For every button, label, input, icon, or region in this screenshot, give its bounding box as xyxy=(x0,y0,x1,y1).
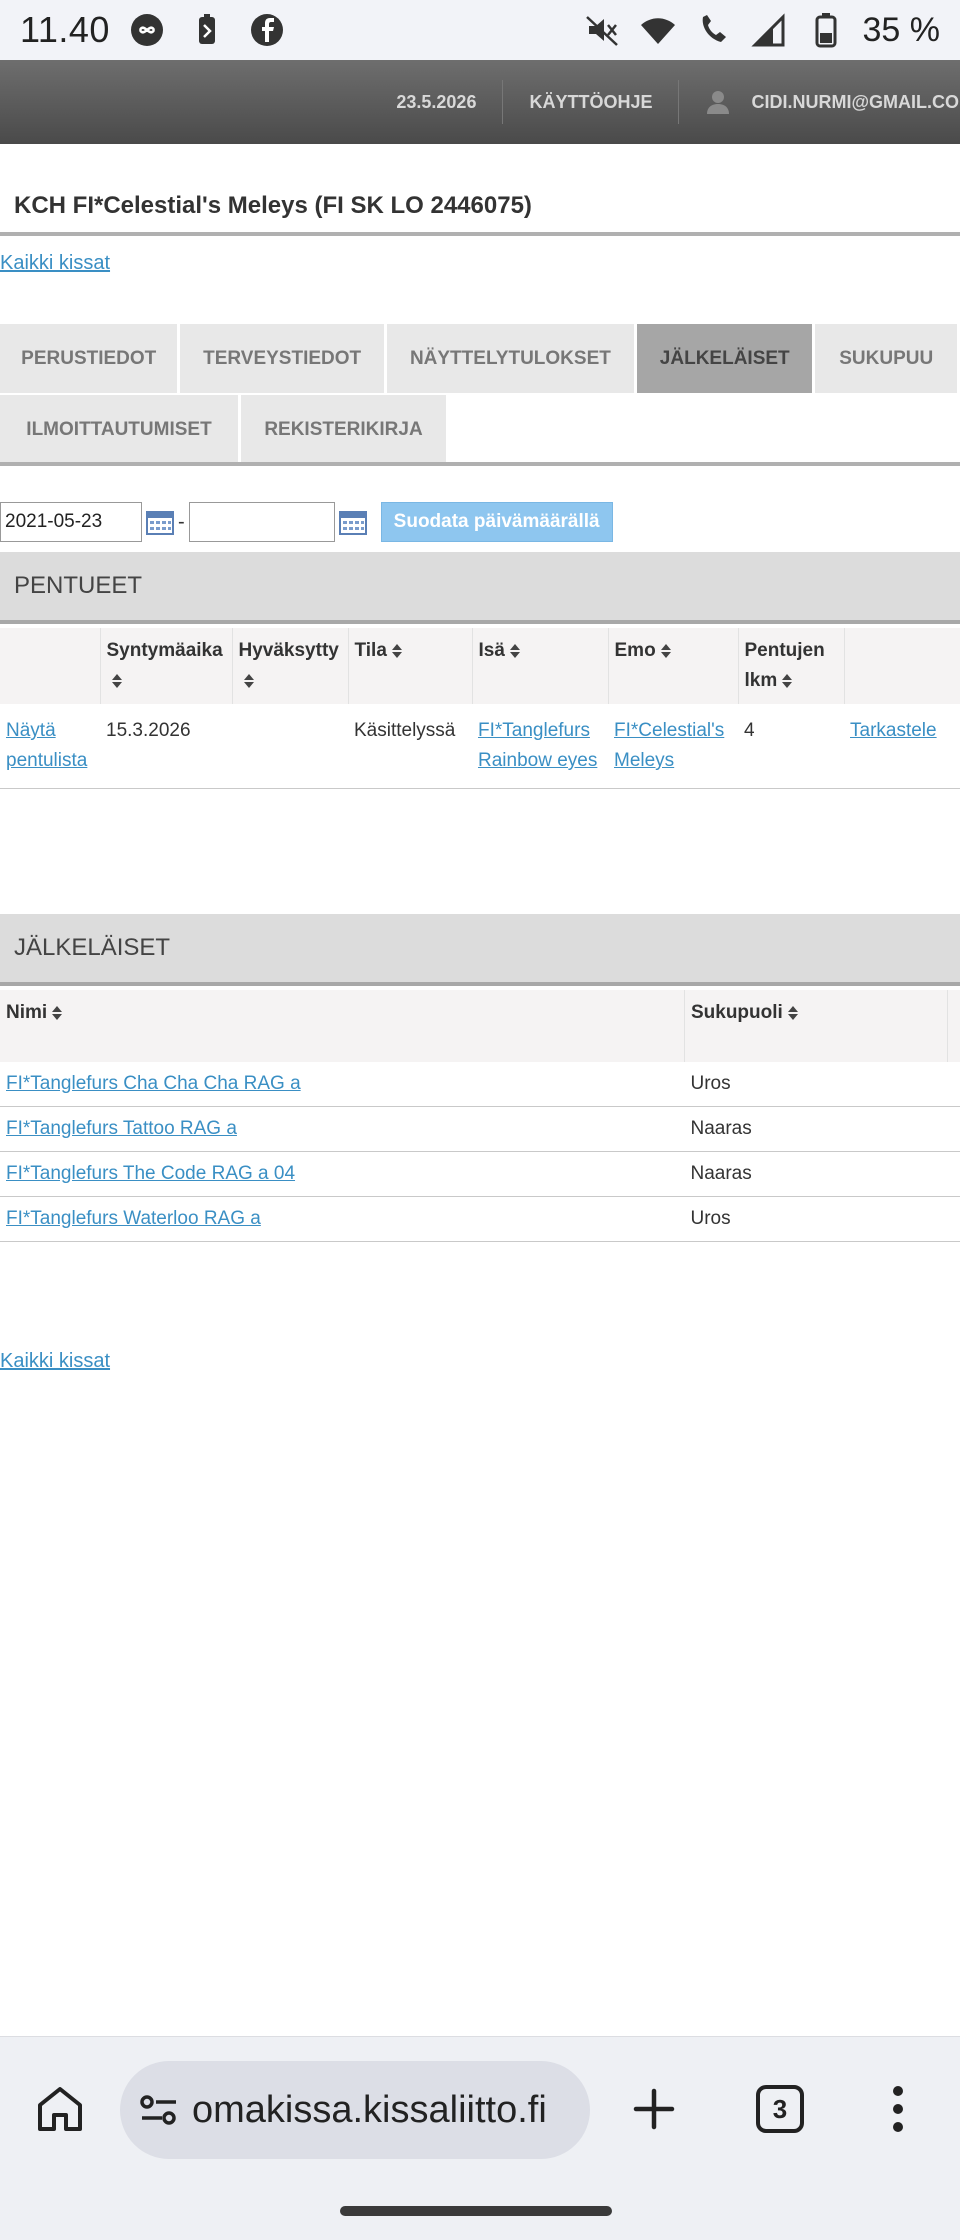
browser-toolbar: omakissa.kissaliitto.fi 3 xyxy=(0,2036,960,2180)
table-row: FI*Tanglefurs Cha Cha Cha RAG a Uros xyxy=(0,1062,960,1107)
gesture-handle[interactable] xyxy=(340,2206,612,2216)
sort-icon[interactable] xyxy=(787,1005,799,1021)
offspring-link[interactable]: FI*Tanglefurs Tattoo RAG a xyxy=(6,1118,237,1139)
column-header xyxy=(947,990,960,1062)
divider xyxy=(0,232,960,236)
wifi-call-icon xyxy=(702,15,726,42)
manual-link[interactable]: KÄYTTÖOHJE xyxy=(502,80,678,124)
table-row: Näytä pentulista 15.3.2026 Käsittelyssä … xyxy=(0,704,960,789)
column-header-birth-date[interactable]: Syntymäaika xyxy=(100,628,233,704)
view-litter-link[interactable]: Tarkastele xyxy=(850,720,937,741)
date-filter: - Suodata päivämäärällä xyxy=(0,502,613,542)
battery-icon xyxy=(815,13,836,48)
column-label: Sukupuoli xyxy=(690,1002,783,1023)
tab-perustiedot[interactable]: PERUSTIEDOT xyxy=(0,324,178,393)
offspring-sex: Naaras xyxy=(684,1106,948,1152)
table-row: FI*Tanglefurs Waterloo RAG a Uros xyxy=(0,1196,960,1242)
calendar-icon[interactable] xyxy=(338,509,367,535)
sort-icon[interactable] xyxy=(391,643,403,659)
page-title: KCH FI*Celestial's Meleys (FI SK LO 2446… xyxy=(14,192,532,219)
header-date: 23.5.2026 xyxy=(396,91,477,112)
new-tab-icon[interactable] xyxy=(628,2083,680,2135)
column-label: Nimi xyxy=(6,1002,48,1023)
tab-terveystiedot[interactable]: TERVEYSTIEDOT xyxy=(180,324,384,393)
offspring-table: Nimi Sukupuoli FI*Tanglefurs Cha Cha Cha… xyxy=(0,990,960,1242)
column-header-dam[interactable]: Emo xyxy=(608,628,739,704)
table-row: FI*Tanglefurs Tattoo RAG a Naaras xyxy=(0,1106,960,1152)
sort-icon[interactable] xyxy=(243,673,255,689)
helix-icon xyxy=(130,14,163,46)
battery-percent: 35 % xyxy=(862,10,941,49)
all-cats-link-top[interactable]: Kaikki kissat xyxy=(0,252,110,275)
tab-nayttelytulokset[interactable]: NÄYTTELYTULOKSET xyxy=(386,324,635,393)
column-label: Syntymäaika xyxy=(106,640,223,661)
offspring-sex: Uros xyxy=(684,1062,948,1107)
sort-icon[interactable] xyxy=(660,643,672,659)
tab-jalkelaiset[interactable]: JÄLKELÄISET xyxy=(637,324,813,393)
facebook-icon xyxy=(250,14,283,46)
date-separator: - xyxy=(178,510,185,533)
column-header-name[interactable]: Nimi xyxy=(0,990,685,1062)
dam-link[interactable]: FI*Celestial's Meleys xyxy=(614,720,724,771)
mute-icon xyxy=(585,16,618,46)
calendar-icon[interactable] xyxy=(146,509,174,535)
column-label: Emo xyxy=(614,640,656,661)
column-header-status[interactable]: Tila xyxy=(348,628,473,704)
show-kitten-list-link[interactable]: Näytä pentulista xyxy=(6,720,87,771)
column-header-sire[interactable]: Isä xyxy=(472,628,609,704)
offspring-link[interactable]: FI*Tanglefurs Waterloo RAG a xyxy=(6,1208,261,1229)
user-menu[interactable]: CIDI.NURMI@GMAIL.COM xyxy=(678,80,960,124)
litters-table: Syntymäaika Hyväksytty Tila Isä Emo Pent… xyxy=(0,628,960,789)
app-header: 23.5.2026 KÄYTTÖOHJE CIDI.NURMI@GMAIL.CO… xyxy=(0,60,960,144)
wifi-icon xyxy=(640,18,675,44)
column-header-approved[interactable]: Hyväksytty xyxy=(232,628,349,704)
status-time: 11.40 xyxy=(20,9,110,50)
tab-sukupuu[interactable]: SUKUPUU xyxy=(815,324,957,393)
column-header-kitten-count[interactable]: Pentujen lkm xyxy=(738,628,845,704)
status: Käsittelyssä xyxy=(348,704,472,789)
url-bar[interactable]: omakissa.kissaliitto.fi xyxy=(120,2061,590,2159)
divider xyxy=(0,462,960,466)
signal-icon xyxy=(750,13,784,47)
status-bar: 11.40 35 % xyxy=(0,0,960,60)
site-settings-icon[interactable] xyxy=(138,2089,180,2131)
tab-switcher-button[interactable]: 3 xyxy=(756,2085,804,2133)
approved xyxy=(232,704,348,789)
column-header xyxy=(844,628,960,704)
filter-by-date-button[interactable]: Suodata päivämäärällä xyxy=(380,502,613,542)
sort-icon[interactable] xyxy=(781,673,793,689)
sort-icon[interactable] xyxy=(111,673,123,689)
offspring-sex: Naaras xyxy=(684,1151,948,1197)
offspring-link[interactable]: FI*Tanglefurs The Code RAG a 04 xyxy=(6,1163,295,1184)
tab-ilmoittautumiset[interactable]: ILMOITTAUTUMISET xyxy=(0,395,238,464)
birth-date: 15.3.2026 xyxy=(100,704,232,789)
home-icon[interactable] xyxy=(34,2083,86,2135)
all-cats-link-bottom[interactable]: Kaikki kissat xyxy=(0,1350,110,1373)
kitten-count: 4 xyxy=(738,704,844,789)
end-date-input[interactable] xyxy=(188,502,335,542)
url-text: omakissa.kissaliitto.fi xyxy=(192,2088,547,2131)
column-label: Hyväksytty xyxy=(238,640,339,661)
table-row: FI*Tanglefurs The Code RAG a 04 Naaras xyxy=(0,1151,960,1197)
column-label: Tila xyxy=(354,640,387,661)
sire-link[interactable]: FI*Tanglefurs Rainbow eyes xyxy=(478,720,597,771)
column-header xyxy=(0,628,101,704)
sort-icon[interactable] xyxy=(51,1005,63,1021)
user-icon xyxy=(707,91,730,114)
sort-icon[interactable] xyxy=(509,643,521,659)
column-header-sex[interactable]: Sukupuoli xyxy=(684,990,948,1062)
offspring-link[interactable]: FI*Tanglefurs Cha Cha Cha RAG a xyxy=(6,1073,301,1094)
offspring-heading: JÄLKELÄISET xyxy=(0,914,960,986)
more-menu-icon[interactable] xyxy=(888,2083,908,2135)
tab-bar: PERUSTIEDOT TERVEYSTIEDOT NÄYTTELYTULOKS… xyxy=(0,324,960,466)
offspring-sex: Uros xyxy=(684,1196,948,1242)
litters-heading: PENTUEET xyxy=(0,552,960,624)
battery-saver-icon xyxy=(198,14,215,44)
column-label: Isä xyxy=(478,640,505,661)
start-date-input[interactable] xyxy=(0,502,142,542)
tab-rekisterikirja[interactable]: REKISTERIKIRJA xyxy=(241,395,446,464)
user-email: CIDI.NURMI@GMAIL.COM xyxy=(751,91,960,112)
system-nav-bar xyxy=(0,2180,960,2240)
